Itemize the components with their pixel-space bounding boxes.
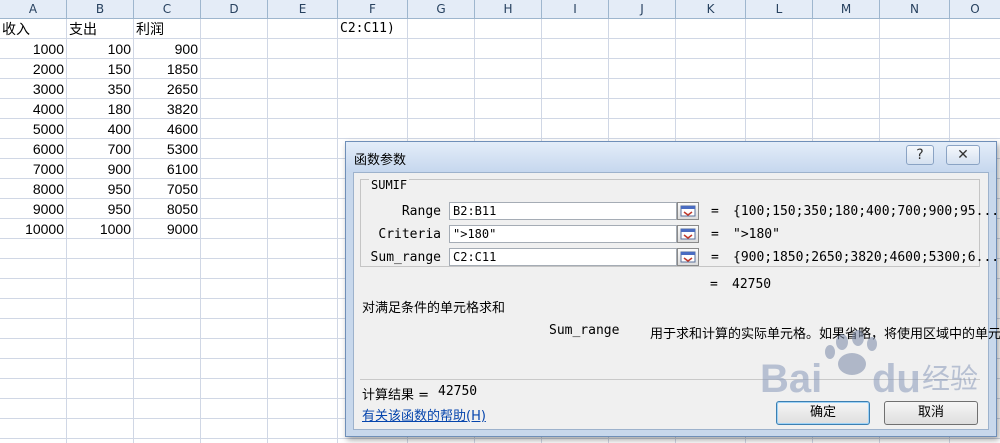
criteria-collapse-button[interactable] bbox=[677, 225, 699, 243]
column-header-c[interactable]: C bbox=[134, 0, 201, 18]
baidu-watermark: Bai du 经验 bbox=[760, 330, 990, 410]
range-collapse-button[interactable] bbox=[677, 202, 699, 220]
cell-profit[interactable]: 5300 bbox=[138, 139, 198, 159]
cell-profit[interactable]: 9000 bbox=[138, 219, 198, 239]
function-help-link[interactable]: 有关该函数的帮助(H) bbox=[362, 405, 486, 424]
cell-income[interactable]: 9000 bbox=[4, 199, 64, 219]
criteria-input[interactable]: ">180" bbox=[449, 225, 677, 243]
close-button[interactable]: ✕ bbox=[946, 145, 980, 165]
cell-expense[interactable]: 950 bbox=[71, 199, 131, 219]
function-name: SUMIF bbox=[369, 178, 410, 192]
column-header-k[interactable]: K bbox=[676, 0, 746, 18]
dialog-title: 函数参数 bbox=[354, 153, 407, 168]
watermark-suffix: 经验 bbox=[922, 362, 978, 395]
cell-income[interactable]: 3000 bbox=[4, 79, 64, 99]
calc-result-value: 42750 bbox=[438, 384, 478, 399]
column-header-o[interactable]: O bbox=[950, 0, 1000, 18]
function-description: 对满足条件的单元格求和 bbox=[362, 301, 506, 316]
cell-expense[interactable]: 900 bbox=[71, 159, 131, 179]
cell-income[interactable]: 6000 bbox=[4, 139, 64, 159]
sum-range-result: {900;1850;2650;3820;4600;5300;6... bbox=[733, 250, 1000, 265]
header-income[interactable]: 收入 bbox=[2, 19, 30, 39]
cell-expense[interactable]: 350 bbox=[71, 79, 131, 99]
cell-profit[interactable]: 6100 bbox=[138, 159, 198, 179]
cell-income[interactable]: 7000 bbox=[4, 159, 64, 179]
grid-column-line bbox=[133, 19, 134, 443]
grid-column-line bbox=[337, 19, 338, 443]
column-header-bar: A B C D E F G H I J K L M N O bbox=[0, 0, 1000, 19]
cell-profit[interactable]: 8050 bbox=[138, 199, 198, 219]
column-header-b[interactable]: B bbox=[67, 0, 134, 18]
header-expense[interactable]: 支出 bbox=[69, 19, 97, 39]
column-header-n[interactable]: N bbox=[880, 0, 950, 18]
column-header-h[interactable]: H bbox=[475, 0, 542, 18]
cell-expense[interactable]: 400 bbox=[71, 119, 131, 139]
column-header-j[interactable]: J bbox=[609, 0, 676, 18]
cell-income[interactable]: 5000 bbox=[4, 119, 64, 139]
cell-income[interactable]: 10000 bbox=[4, 219, 64, 239]
column-header-l[interactable]: L bbox=[746, 0, 813, 18]
criteria-eq: = bbox=[711, 227, 719, 242]
grid-column-line bbox=[66, 19, 67, 443]
argument-group: SUMIF Range B2:B11 = {100;150;350;180;40… bbox=[360, 178, 999, 267]
column-header-f[interactable]: F bbox=[338, 0, 408, 18]
cell-profit[interactable]: 1850 bbox=[138, 59, 198, 79]
grid-column-line bbox=[267, 19, 268, 443]
column-header-m[interactable]: M bbox=[813, 0, 880, 18]
help-button[interactable]: ? bbox=[906, 145, 934, 165]
total-result: 42750 bbox=[732, 277, 772, 292]
arg-label-sum-range: Sum_range bbox=[370, 250, 441, 265]
cell-profit[interactable]: 4600 bbox=[138, 119, 198, 139]
cell-income[interactable]: 2000 bbox=[4, 59, 64, 79]
criteria-result: ">180" bbox=[733, 227, 780, 242]
calc-result-label: 计算结果 = bbox=[362, 388, 430, 403]
cell-income[interactable]: 1000 bbox=[4, 39, 64, 59]
cell-expense[interactable]: 100 bbox=[71, 39, 131, 59]
arg-label-criteria: Criteria bbox=[378, 227, 441, 242]
arg-label-range: Range bbox=[401, 204, 441, 219]
arg-help-name: Sum_range bbox=[549, 323, 620, 338]
column-header-e[interactable]: E bbox=[268, 0, 338, 18]
range-input[interactable]: B2:B11 bbox=[449, 202, 677, 220]
cell-profit[interactable]: 7050 bbox=[138, 179, 198, 199]
sum-range-eq: = bbox=[711, 250, 719, 265]
dialog-titlebar[interactable]: 函数参数 ? ✕ bbox=[346, 142, 996, 172]
collapse-dialog-icon bbox=[680, 205, 696, 217]
formula-fragment: C2:C11) bbox=[340, 21, 395, 36]
cell-expense[interactable]: 150 bbox=[71, 59, 131, 79]
sum-range-input[interactable]: C2:C11 bbox=[449, 248, 677, 266]
collapse-dialog-icon bbox=[680, 228, 696, 240]
cell-profit[interactable]: 3820 bbox=[138, 99, 198, 119]
cell-expense[interactable]: 700 bbox=[71, 139, 131, 159]
range-eq: = bbox=[711, 204, 719, 219]
cell-profit[interactable]: 900 bbox=[138, 39, 198, 59]
watermark-brand2: du bbox=[872, 357, 921, 401]
range-result: {100;150;350;180;400;700;900;95... bbox=[733, 204, 1000, 219]
cell-expense[interactable]: 950 bbox=[71, 179, 131, 199]
cell-expense[interactable]: 1000 bbox=[71, 219, 131, 239]
column-header-d[interactable]: D bbox=[201, 0, 268, 18]
header-profit[interactable]: 利润 bbox=[136, 19, 164, 39]
grid-column-line bbox=[200, 19, 201, 443]
cell-profit[interactable]: 2650 bbox=[138, 79, 198, 99]
cell-income[interactable]: 8000 bbox=[4, 179, 64, 199]
baidu-paw-logo: Bai du 经验 bbox=[760, 330, 978, 401]
column-header-a[interactable]: A bbox=[0, 0, 67, 18]
collapse-dialog-icon bbox=[680, 251, 696, 263]
column-header-i[interactable]: I bbox=[542, 0, 609, 18]
cell-expense[interactable]: 180 bbox=[71, 99, 131, 119]
sum-range-collapse-button[interactable] bbox=[677, 248, 699, 266]
grid-row-line bbox=[0, 438, 1000, 439]
column-header-g[interactable]: G bbox=[408, 0, 475, 18]
total-eq: = bbox=[710, 277, 718, 292]
watermark-brand: Bai bbox=[760, 357, 822, 401]
cell-income[interactable]: 4000 bbox=[4, 99, 64, 119]
